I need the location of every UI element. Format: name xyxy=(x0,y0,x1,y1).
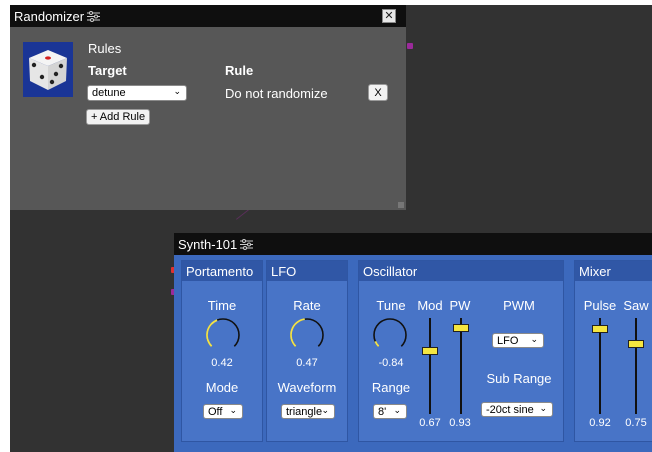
portamento-section: Portamento Time 0.42 Mode Off ⌄ xyxy=(181,260,263,442)
waveform-label: Waveform xyxy=(277,380,337,395)
time-value: 0.42 xyxy=(211,357,233,369)
pwm-select[interactable]: LFO ⌄ xyxy=(492,333,544,348)
mode-select[interactable]: Off ⌄ xyxy=(203,404,243,419)
tune-value: -0.84 xyxy=(378,357,404,369)
slider-track xyxy=(460,318,462,414)
chevron-down-icon: ⌄ xyxy=(321,405,329,415)
slider-thumb[interactable] xyxy=(592,325,608,334)
resize-handle[interactable] xyxy=(398,202,404,208)
pulse-label: Pulse xyxy=(583,298,617,313)
synth-titlebar[interactable]: Synth-101 xyxy=(174,233,652,255)
rate-knob[interactable] xyxy=(288,316,326,354)
pwm-select-value: LFO xyxy=(497,334,519,347)
rate-label: Rate xyxy=(293,298,321,313)
close-button[interactable]: ✕ xyxy=(382,9,396,23)
rate-value: 0.47 xyxy=(296,357,318,369)
chevron-down-icon: ⌄ xyxy=(229,405,237,415)
section-title: Mixer xyxy=(575,261,652,281)
settings-sliders-icon[interactable] xyxy=(87,10,101,22)
waveform-select-value: triangle xyxy=(286,405,323,418)
range-select[interactable]: 8' ⌄ xyxy=(373,404,407,419)
mixer-section: Mixer Pulse 0.92 Saw 0.75 xyxy=(574,260,652,442)
slider-thumb[interactable] xyxy=(422,347,438,356)
patch-canvas[interactable]: Randomizer ✕ Rules Target Rule detune ⌄ … xyxy=(10,5,652,452)
time-knob[interactable] xyxy=(204,316,242,354)
rule-value: Do not randomize xyxy=(225,86,328,101)
panel-title: Randomizer xyxy=(14,8,85,24)
slider-track xyxy=(635,318,637,414)
saw-label: Saw xyxy=(623,298,649,313)
add-rule-button[interactable]: + Add Rule xyxy=(86,109,150,125)
section-title: LFO xyxy=(267,261,347,281)
section-title: Oscillator xyxy=(359,261,563,281)
knob-value-arc xyxy=(374,340,380,347)
section-title: Portamento xyxy=(182,261,262,281)
output-port[interactable] xyxy=(407,43,413,49)
pulse-slider[interactable] xyxy=(591,318,609,414)
chevron-down-icon: ⌄ xyxy=(530,334,538,344)
saw-slider[interactable] xyxy=(627,318,645,414)
sub-range-select[interactable]: -20ct sine ⌄ xyxy=(481,402,553,417)
mode-label: Mode xyxy=(205,380,239,395)
chevron-down-icon: ⌄ xyxy=(173,86,181,96)
tune-knob[interactable] xyxy=(371,316,409,354)
target-select[interactable]: detune ⌄ xyxy=(87,85,187,101)
slider-track xyxy=(429,318,431,414)
pw-value: 0.93 xyxy=(449,417,471,429)
target-select-value: detune xyxy=(92,87,126,99)
chevron-down-icon: ⌄ xyxy=(393,405,401,415)
mod-slider[interactable] xyxy=(421,318,439,414)
remove-rule-button[interactable]: X xyxy=(368,84,388,101)
sub-range-label: Sub Range xyxy=(486,371,552,386)
target-column-header: Target xyxy=(88,63,127,78)
pulse-value: 0.92 xyxy=(589,417,611,429)
settings-sliders-icon[interactable] xyxy=(240,238,254,250)
knob-value-arc xyxy=(290,318,305,347)
chevron-down-icon: ⌄ xyxy=(539,403,547,413)
panel-title: Synth-101 xyxy=(178,236,238,252)
randomizer-panel: Randomizer ✕ Rules Target Rule detune ⌄ … xyxy=(10,5,406,210)
dice-icon xyxy=(23,42,73,97)
mode-select-value: Off xyxy=(208,405,223,418)
oscillator-section: Oscillator Tune -0.84 Range 8' ⌄ Mod 0.6… xyxy=(358,260,564,442)
rules-heading: Rules xyxy=(88,41,122,56)
slider-thumb[interactable] xyxy=(628,340,644,348)
time-label: Time xyxy=(207,298,237,313)
mod-value: 0.67 xyxy=(419,417,441,429)
knob-value-arc xyxy=(206,319,218,347)
randomizer-titlebar[interactable]: Randomizer ✕ xyxy=(10,5,406,27)
knob-track xyxy=(373,318,407,347)
saw-value: 0.75 xyxy=(625,417,647,429)
pwm-label: PWM xyxy=(503,298,535,313)
mod-label: Mod xyxy=(417,298,443,313)
lfo-section: LFO Rate 0.47 Waveform triangle ⌄ xyxy=(266,260,348,442)
range-label: Range xyxy=(371,380,411,395)
slider-thumb[interactable] xyxy=(453,324,469,333)
rule-column-header: Rule xyxy=(225,63,254,78)
waveform-select[interactable]: triangle ⌄ xyxy=(281,404,335,419)
synth-panel: Synth-101 Portamento Time 0.42 Mode Off … xyxy=(174,233,652,452)
range-select-value: 8' xyxy=(378,405,387,418)
pw-slider[interactable] xyxy=(452,318,470,414)
sub-range-select-value: -20ct sine xyxy=(486,403,534,416)
pw-label: PW xyxy=(449,298,471,313)
tune-label: Tune xyxy=(376,298,406,313)
